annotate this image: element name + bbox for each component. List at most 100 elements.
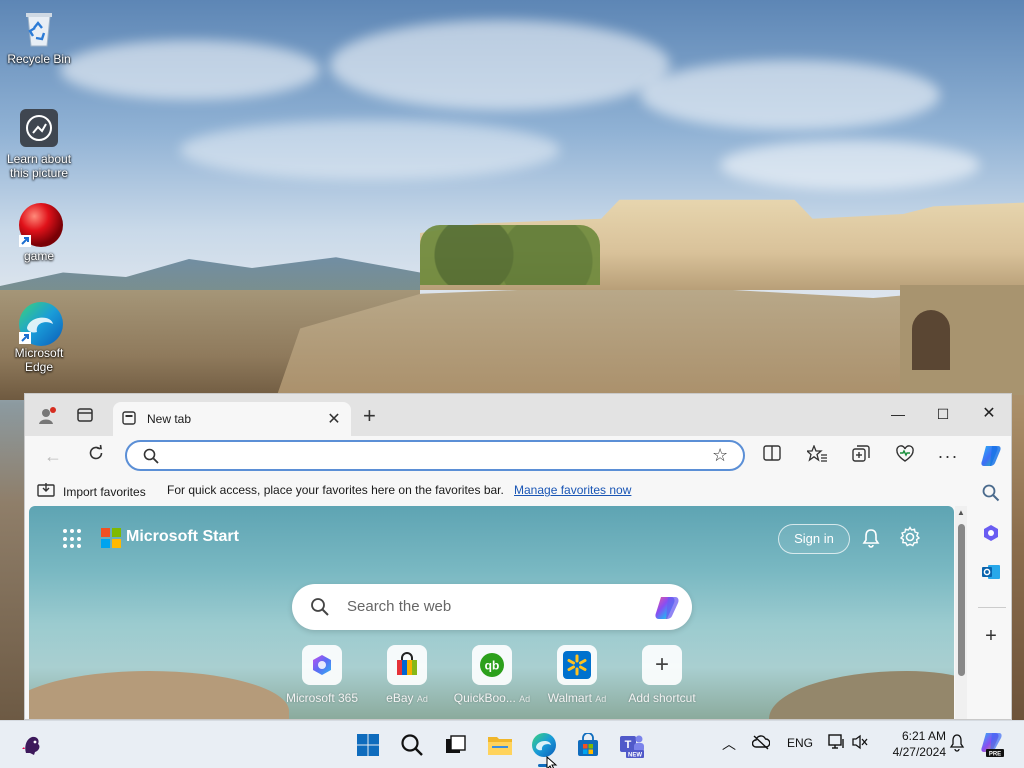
close-window-button[interactable]: ✕	[974, 402, 1004, 426]
copilot-icon[interactable]	[978, 443, 1004, 469]
import-folder-icon	[37, 482, 55, 501]
shortcut-microsoft-365[interactable]: Microsoft 365	[280, 645, 364, 705]
notification-center-icon[interactable]	[949, 734, 965, 755]
onedrive-status-icon[interactable]	[751, 734, 771, 753]
svg-text:T: T	[625, 739, 632, 751]
back-arrow-icon[interactable]: ←	[41, 444, 65, 468]
add-shortcut-button[interactable]: + Add shortcut	[620, 645, 704, 705]
teams-new-badge: NEW	[628, 753, 642, 759]
favorites-bar-message: For quick access, place your favorites h…	[167, 483, 504, 497]
edge-icon	[17, 300, 63, 346]
quickbooks-icon: qb	[472, 645, 512, 685]
search-icon	[143, 448, 159, 467]
tab-title: New tab	[147, 412, 192, 426]
clock-date: 4/27/2024	[892, 745, 946, 759]
shortcut-ebay[interactable]: eBay Ad	[365, 645, 449, 705]
task-view-icon[interactable]	[441, 731, 469, 759]
address-input[interactable]	[167, 447, 707, 465]
web-search-box[interactable]: Search the web	[292, 584, 692, 630]
microsoft-logo-icon	[101, 528, 121, 548]
shortcut-label: QuickBoo... Ad	[453, 691, 531, 705]
clock-time: 6:21 AM	[901, 729, 946, 743]
ebay-bag-icon	[387, 645, 427, 685]
language-indicator[interactable]: ENG	[787, 736, 813, 750]
favorites-icon[interactable]	[805, 444, 828, 467]
settings-gear-icon[interactable]	[899, 526, 921, 554]
svg-text:qb: qb	[485, 659, 500, 673]
microsoft-start-brand[interactable]: Microsoft Start	[126, 528, 239, 546]
more-options-icon[interactable]: ···	[937, 445, 959, 467]
profile-icon[interactable]	[37, 406, 57, 426]
browser-toolbar: ← ☆ ···	[25, 436, 1011, 476]
scrollbar-thumb[interactable]	[958, 524, 965, 676]
address-bar[interactable]: ☆	[125, 440, 745, 471]
taskbar-clock[interactable]: 6:21 AM 4/27/2024	[880, 728, 946, 760]
close-tab-icon[interactable]: ✕	[325, 409, 343, 429]
taskbar-search-icon[interactable]	[398, 731, 426, 759]
sidebar-search-icon[interactable]	[980, 484, 1002, 506]
minimize-button[interactable]: —	[883, 402, 913, 426]
microsoft-teams-icon[interactable]: T NEW	[618, 731, 646, 759]
shortcut-label: Walmart Ad	[547, 691, 607, 705]
new-tab-button[interactable]: +	[363, 405, 376, 427]
import-favorites-button[interactable]: Import favorites	[37, 482, 146, 501]
scroll-up-arrow-icon[interactable]: ▲	[957, 508, 965, 517]
sidebar-microsoft-365-icon[interactable]	[980, 524, 1002, 546]
recycle-bin-icon	[17, 6, 61, 50]
walmart-spark-icon	[557, 645, 597, 685]
volume-muted-icon[interactable]	[852, 734, 868, 753]
tab-actions-icon[interactable]	[75, 406, 95, 426]
shortcut-label: Add shortcut	[628, 691, 696, 705]
sidebar-add-icon[interactable]: +	[980, 625, 1002, 647]
search-placeholder: Search the web	[347, 598, 452, 615]
shortcut-quickbooks[interactable]: qb QuickBoo... Ad	[450, 645, 534, 705]
plus-icon: +	[642, 645, 682, 685]
shortcut-label: eBay Ad	[386, 691, 428, 705]
mouse-cursor-icon	[546, 755, 558, 768]
desktop-icon-label: Recycle Bin	[7, 52, 71, 66]
microsoft-365-icon	[302, 645, 342, 685]
desktop-icon-microsoft-edge[interactable]: Microsoft Edge	[3, 300, 75, 374]
network-monitor-icon[interactable]	[828, 734, 846, 753]
file-explorer-icon[interactable]	[486, 731, 514, 759]
new-tab-page: Microsoft Start Sign in Search the web M…	[29, 506, 954, 719]
sidebar-outlook-icon[interactable]	[980, 563, 1002, 585]
sign-in-button[interactable]: Sign in	[778, 524, 850, 554]
search-icon	[310, 597, 330, 620]
desktop-icon-recycle-bin[interactable]: Recycle Bin	[3, 6, 75, 66]
red-ball-icon	[17, 203, 63, 247]
show-hidden-icons-chevron-icon[interactable]: ︿	[722, 734, 736, 754]
maximize-button[interactable]: ☐	[928, 402, 958, 426]
tab-new-tab[interactable]: New tab ✕	[113, 402, 351, 436]
shortcut-label: Microsoft 365	[285, 691, 359, 705]
app-launcher-icon[interactable]	[63, 529, 83, 549]
manage-favorites-link[interactable]: Manage favorites now	[514, 483, 631, 497]
split-screen-icon[interactable]	[761, 445, 783, 467]
new-tab-page-icon	[121, 410, 137, 429]
edge-browser-window: New tab ✕ + — ☐ ✕ ← ☆ ··· Import favorit…	[24, 393, 1012, 720]
desktop-icon-label: Learn about this picture	[6, 152, 72, 180]
camera-info-icon	[17, 106, 61, 150]
taskbar-edge-icon[interactable]	[530, 731, 558, 759]
copilot-preview-icon[interactable]: PRE	[978, 730, 1006, 758]
windows-taskbar: T NEW ︿ ENG 6:21 AM 4/27/2024 PRE	[0, 720, 1024, 768]
desktop-icon-learn-about-picture[interactable]: Learn about this picture	[3, 106, 75, 180]
copilot-icon[interactable]	[652, 594, 680, 620]
copilot-pre-badge: PRE	[989, 752, 1001, 758]
desktop-icon-label: Microsoft Edge	[14, 346, 64, 374]
shortcut-walmart[interactable]: Walmart Ad	[535, 645, 619, 705]
import-favorites-label: Import favorites	[63, 484, 146, 499]
widgets-lion-icon[interactable]	[18, 731, 46, 759]
favorites-bar: Import favorites For quick access, place…	[25, 476, 1011, 504]
edge-sidebar: +	[970, 474, 1011, 719]
collections-icon[interactable]	[850, 445, 872, 467]
page-scrollbar[interactable]: ▲	[955, 506, 967, 719]
browser-essentials-icon[interactable]	[894, 445, 916, 467]
desktop-icon-game[interactable]: game	[3, 203, 75, 263]
refresh-icon[interactable]	[84, 444, 108, 468]
microsoft-store-icon[interactable]	[574, 731, 602, 759]
favorite-star-icon[interactable]: ☆	[712, 445, 728, 466]
notifications-bell-icon[interactable]	[861, 528, 881, 553]
tab-strip: New tab ✕ + — ☐ ✕	[25, 394, 1011, 436]
start-button-windows-icon[interactable]	[354, 731, 382, 759]
